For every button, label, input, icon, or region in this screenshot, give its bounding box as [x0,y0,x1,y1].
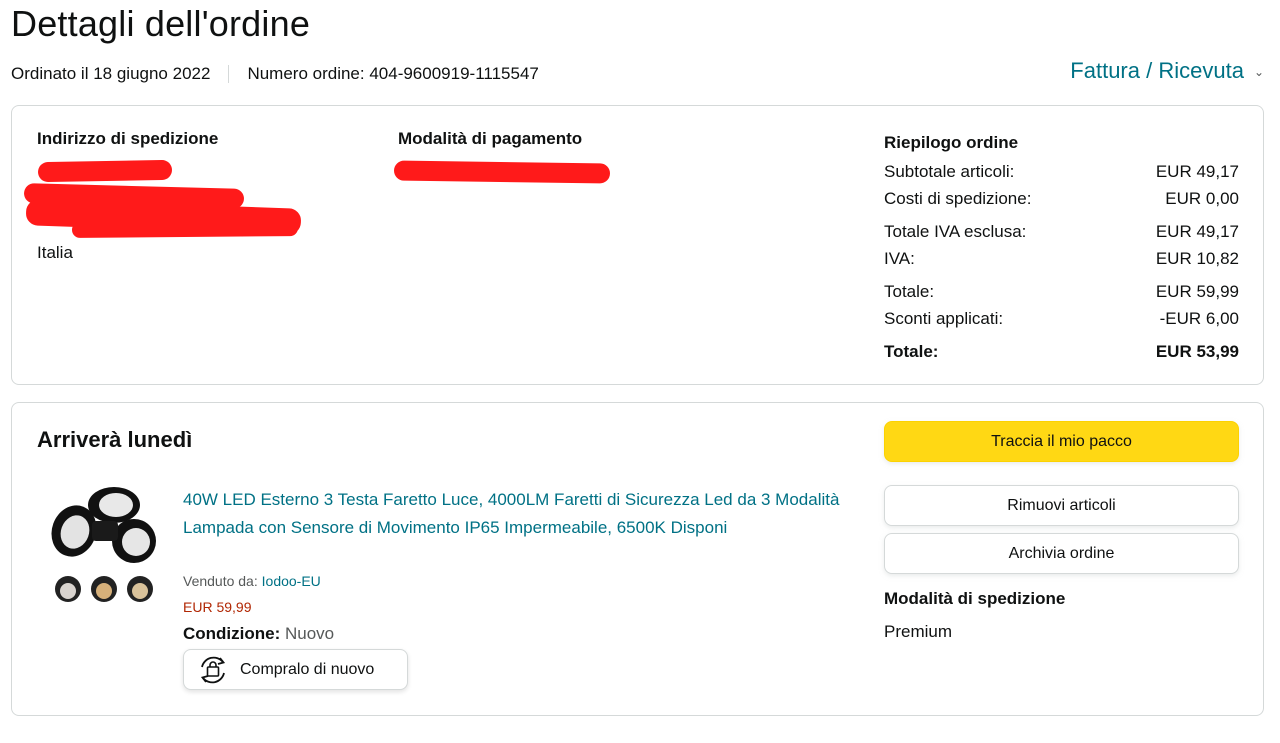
track-package-button[interactable]: Traccia il mio pacco [884,421,1239,462]
summary-row-discounts: Sconti applicati: -EUR 6,00 [884,308,1239,328]
shipping-address-title: Indirizzo di spedizione [37,129,219,148]
order-meta: Ordinato il 18 giugno 2022 Numero ordine… [11,64,539,84]
order-date: Ordinato il 18 giugno 2022 [11,64,211,83]
summary-row-total: Totale: EUR 59,99 [884,281,1239,301]
order-info-card: Indirizzo di spedizione Italia Modalità … [11,105,1264,385]
redacted-name [37,159,173,183]
redacted-postcode [71,220,299,238]
summary-row-shipping: Costi di spedizione: EUR 0,00 [884,188,1239,208]
summary-row-grand-total: Totale: EUR 53,99 [884,341,1239,361]
condition-value: Nuovo [280,624,335,643]
invoice-dropdown[interactable]: Fattura / Ricevuta ⌄ [1070,58,1264,84]
shipping-method-title: Modalità di spedizione [884,589,1066,608]
buy-again-label: Compralo di nuovo [240,660,375,678]
sold-by-label: Venduto da: [183,573,262,589]
product-condition: Condizione: Nuovo [183,624,334,644]
order-number: Numero ordine: 404-9600919-1115547 [247,64,539,83]
product-image[interactable] [48,485,160,605]
redacted-payment [393,160,611,184]
page-title: Dettagli dell'ordine [11,3,311,44]
archive-order-button[interactable]: Archivia ordine [884,533,1239,574]
address-country: Italia [37,243,73,262]
order-summary-title: Riepilogo ordine [884,132,1019,152]
buy-again-button[interactable]: Compralo di nuovo [183,649,408,690]
invoice-link-label[interactable]: Fattura / Ricevuta [1070,58,1244,84]
shipping-method-value: Premium [884,622,953,641]
payment-method-title: Modalità di pagamento [398,129,583,148]
buy-again-icon [200,656,226,683]
remove-items-button[interactable]: Rimuovi articoli [884,485,1239,526]
order-summary: Riepilogo ordine Subtotale articoli: EUR … [884,129,1239,365]
condition-label: Condizione: [183,624,281,643]
divider [228,65,230,83]
summary-row-net-total: Totale IVA esclusa: EUR 49,17 [884,221,1239,241]
product-title-link[interactable]: 40W LED Esterno 3 Testa Faretto Luce, 40… [183,486,853,541]
chevron-down-icon: ⌄ [1253,65,1264,79]
shipment-card: Arriverà lunedì 40W LED Esterno 3 Testa … [11,402,1264,716]
summary-row-vat: IVA: EUR 10,82 [884,248,1239,268]
product-price: EUR 59,99 [183,599,252,615]
seller-link[interactable]: Iodoo-EU [262,573,321,589]
sold-by: Venduto da: Iodoo-EU [183,573,321,589]
arrival-heading: Arriverà lunedì [37,427,193,452]
summary-row-subtotal: Subtotale articoli: EUR 49,17 [884,161,1239,181]
